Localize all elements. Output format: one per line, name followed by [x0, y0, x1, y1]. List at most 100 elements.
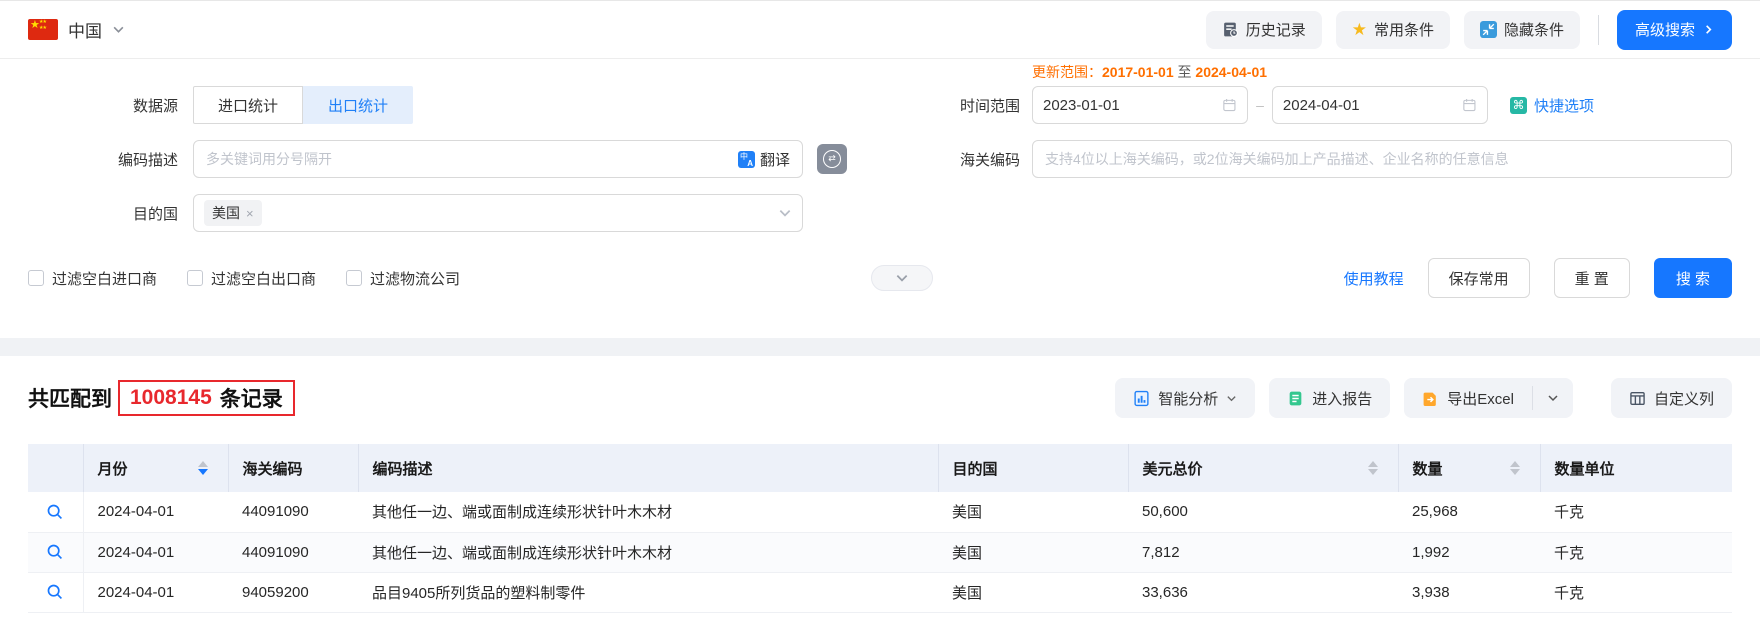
translate-icon: 中A [737, 150, 755, 168]
destination-label: 目的国 [132, 205, 178, 223]
advanced-search-button[interactable]: 高级搜索 [1616, 9, 1732, 50]
history-label: 历史记录 [1245, 22, 1306, 39]
table-cell: 美国 [938, 572, 1128, 613]
section-divider-band [0, 338, 1760, 356]
table-cell: 2024-04-01 [83, 572, 228, 613]
hs-code-field[interactable] [1032, 140, 1732, 178]
country-label: 中国 [68, 22, 102, 41]
table-cell: 美国 [938, 492, 1128, 533]
sort-control-quantity[interactable] [1509, 461, 1526, 475]
quick-options-button[interactable]: ⌘ 快捷选项 [1510, 95, 1594, 116]
date-to-input[interactable] [1282, 96, 1463, 114]
destination-select[interactable]: 美国 × [193, 194, 803, 232]
table-cell: 千克 [1540, 572, 1732, 613]
hs-code-label: 海关编码 [959, 151, 1020, 169]
tab-import-stats[interactable]: 进口统计 [193, 86, 304, 124]
results-section: 共匹配到 1008145 条记录 智能分析 进入报告 导出Excel 自定义列 … [0, 356, 1760, 613]
destination-tag-label: 美国 [212, 205, 240, 221]
checkbox-icon [346, 270, 363, 286]
update-range-note: 更新范围：2017-01-01 至 2024-04-01 [1032, 62, 1267, 82]
chevron-down-icon [1227, 395, 1236, 401]
table-cell: 3,938 [1398, 572, 1540, 613]
update-range-label: 更新范围： [1032, 64, 1102, 80]
row-detail-cell [28, 572, 84, 613]
hide-conditions-label: 隐藏条件 [1503, 22, 1564, 39]
topbar: ★ ★★ ★★ 中国 历史记录 ★ 常用条件 隐藏条件 高级搜索 [0, 1, 1760, 59]
table-cell: 44091090 [228, 532, 358, 573]
table-cell: 2024-04-01 [83, 492, 228, 533]
code-desc-field[interactable]: 中A 翻译 [193, 140, 803, 178]
filter-blank-importer-checkbox[interactable]: 过滤空白进口商 [28, 268, 157, 289]
destination-tag: 美国 × [204, 200, 262, 226]
column-header-month: 月份 [83, 444, 229, 492]
tag-close-icon[interactable]: × [246, 206, 254, 221]
table-cell: 其他任一边、端或面制成连续形状针叶木木材 [358, 492, 938, 533]
chevron-down-icon [113, 26, 124, 33]
code-desc-input[interactable] [206, 151, 738, 167]
expand-conditions-button[interactable] [870, 265, 933, 291]
reset-button[interactable]: 重 置 [1553, 258, 1630, 298]
match-count: 1008145 [130, 386, 212, 409]
column-header-usd-total: 美元总价 [1128, 444, 1399, 492]
topbar-divider [1597, 14, 1599, 45]
date-range-dash: – [1256, 97, 1264, 113]
update-range-to: 2024-04-01 [1195, 64, 1268, 80]
update-range-separator: 至 [1177, 64, 1192, 80]
magnifier-icon[interactable] [46, 503, 64, 521]
chevron-right-icon [1706, 25, 1712, 34]
enter-report-button[interactable]: 进入报告 [1269, 378, 1391, 418]
excel-export-icon [1423, 392, 1437, 406]
icon-column-header [28, 444, 84, 492]
calendar-icon [1223, 98, 1236, 112]
china-flag-icon: ★ ★★ ★★ [28, 19, 58, 40]
star-icon: ★ [1351, 20, 1367, 39]
chevron-down-icon [896, 275, 908, 282]
save-favorite-button[interactable]: 保存常用 [1427, 258, 1530, 298]
search-button[interactable]: 搜 索 [1653, 258, 1732, 298]
table-cell: 2024-04-01 [83, 532, 228, 573]
checkbox-icon [187, 270, 204, 286]
column-label: 海关编码 [242, 460, 303, 478]
match-count-box: 1008145 条记录 [118, 380, 295, 416]
filter-label: 过滤物流公司 [370, 270, 461, 288]
table-cell: 44091090 [228, 492, 358, 533]
custom-columns-button[interactable]: 自定义列 [1610, 378, 1732, 418]
export-options-button[interactable] [1533, 378, 1573, 418]
column-label: 数量 [1412, 460, 1443, 478]
hide-conditions-button[interactable]: 隐藏条件 [1463, 10, 1580, 49]
filter-logistics-checkbox[interactable]: 过滤物流公司 [346, 268, 460, 289]
favorites-button[interactable]: ★ 常用条件 [1335, 10, 1450, 49]
date-from-field[interactable] [1032, 86, 1249, 124]
date-to-field[interactable] [1271, 86, 1489, 124]
smart-analysis-button[interactable]: 智能分析 [1115, 378, 1256, 418]
filter-label: 过滤空白出口商 [211, 270, 317, 288]
columns-icon [1630, 391, 1645, 405]
history-button[interactable]: 历史记录 [1205, 10, 1322, 49]
quick-options-label: 快捷选项 [1534, 97, 1595, 115]
advanced-search-label: 高级搜索 [1634, 22, 1695, 39]
tab-export-stats[interactable]: 出口统计 [303, 86, 414, 124]
synonym-swap-button[interactable]: ⇄ [817, 144, 847, 174]
translate-label: 翻译 [759, 151, 790, 169]
update-range-from: 2017-01-01 [1102, 64, 1174, 80]
filter-blank-exporter-checkbox[interactable]: 过滤空白出口商 [187, 268, 316, 289]
smart-analysis-label: 智能分析 [1158, 390, 1219, 408]
date-from-input[interactable] [1043, 96, 1223, 114]
table-cell: 94059200 [228, 572, 358, 613]
country-selector[interactable]: ★ ★★ ★★ 中国 [28, 17, 125, 42]
row-detail-cell [28, 492, 84, 533]
chevron-down-icon [1548, 395, 1558, 402]
magnifier-icon[interactable] [46, 583, 64, 601]
hs-code-input[interactable] [1045, 151, 1719, 167]
table-row: 2024-04-01 44091090 其他任一边、端或面制成连续形状针叶木木材 美国… [28, 532, 1732, 573]
table-row: 2024-04-01 44091090 其他任一边、端或面制成连续形状针叶木木材 美国… [28, 492, 1732, 533]
export-excel-label: 导出Excel [1447, 390, 1514, 408]
table-cell: 千克 [1540, 492, 1732, 533]
magnifier-icon[interactable] [46, 543, 64, 561]
export-excel-button[interactable]: 导出Excel [1404, 378, 1532, 418]
translate-button[interactable]: 中A 翻译 [737, 149, 790, 170]
sort-control-usd[interactable] [1367, 461, 1384, 475]
collapse-icon [1479, 21, 1497, 38]
tutorial-link[interactable]: 使用教程 [1344, 268, 1404, 289]
sort-control-month[interactable] [197, 461, 214, 475]
